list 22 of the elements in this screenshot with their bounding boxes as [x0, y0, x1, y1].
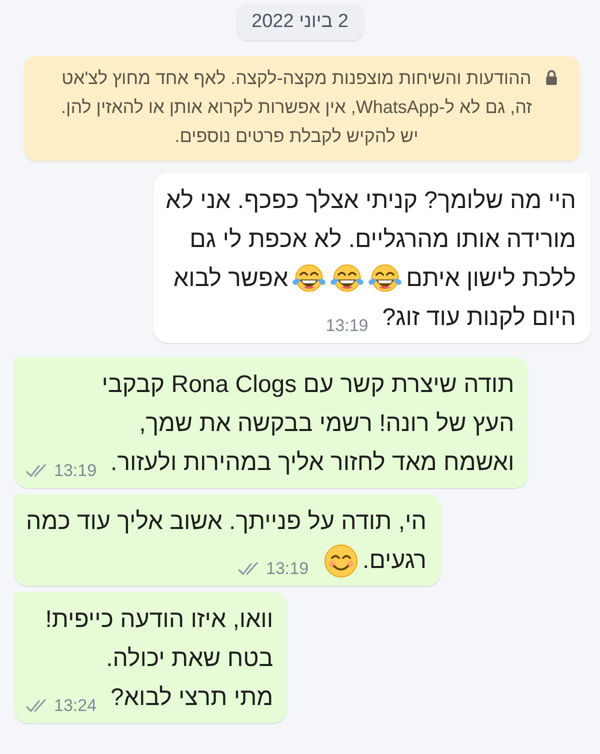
lock-icon — [545, 70, 558, 85]
message-time: 13:19 — [266, 558, 309, 580]
date-chip: 2 ביוני 2022 — [238, 4, 362, 40]
message-text: היום לקנות עוד זוג? — [382, 303, 576, 333]
message-text: ואשמח מאד לחזור אליך במהירות ולעזור. — [110, 448, 514, 478]
notice-text: ההודעות והשיחות מוצפנות מקצה-לקצה. לאף אחד מחוץ לצ'אט זה, גם לא ל-WhatsApp, אין אפשרות לקרוא אותן או להאזין להן. יש להקיש לקבלת פרטים נוספים. — [60, 67, 533, 148]
smiling-face-icon — [322, 542, 359, 578]
message-time: 13:19 — [54, 460, 97, 482]
message-text: וואו, איזו הודעה כייפית! — [45, 605, 274, 635]
message-text: מורידה אותו מהרגליים. לא אכפת לי גם — [190, 225, 576, 255]
message-text: תודה שיצרת קשר עם Rona Clogs קבקבי — [102, 370, 514, 400]
message-text: העץ של רונה! רשמי בבקשה את שמך, — [139, 409, 514, 439]
message-text: בטח שאת יכולה. — [106, 644, 274, 674]
encryption-notice[interactable]: ההודעות והשיחות מוצפנות מקצה-לקצה. לאף אחד מחוץ לצ'אט זה, גם לא ל-WhatsApp, אין אפשרות לקרוא אותן או להאזין להן. יש להקיש לקבלת פרטים נוספים. — [24, 56, 580, 161]
message-time: 13:24 — [54, 695, 97, 717]
message-text: ללכת לישון איתם — [406, 264, 576, 294]
message-text: מתי תרצי לבוא? — [110, 683, 274, 713]
message-text: הי, תודה על פנייתך. אשוב אליך עוד כמה — [26, 507, 426, 537]
message-time: 13:19 — [326, 315, 368, 337]
message-text: רגעים. — [362, 546, 426, 576]
message-text: אפשר לבוא — [174, 264, 288, 294]
message-text: היי מה שלומך? קניתי אצלך כפכף. אני לא — [166, 186, 576, 216]
